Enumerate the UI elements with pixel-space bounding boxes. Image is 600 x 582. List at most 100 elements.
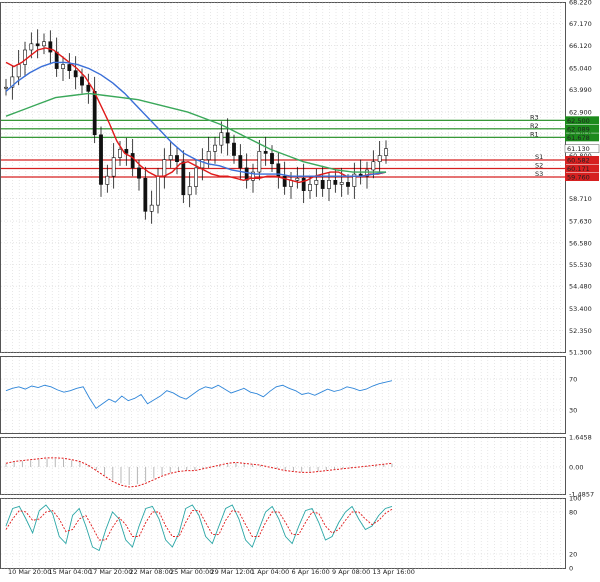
- x-tick-label: 6 Apr 16:00: [292, 568, 330, 576]
- candle-body: [54, 51, 59, 69]
- candle-body: [377, 155, 382, 162]
- candle-body: [111, 157, 116, 177]
- candle-body: [270, 153, 274, 165]
- level-tag-value: 62.089: [567, 125, 590, 133]
- x-tick-label: 1 Apr 04:00: [251, 568, 289, 576]
- y-tick-label: 0: [569, 565, 573, 573]
- candle-body: [314, 180, 319, 185]
- candle-body: [99, 134, 103, 185]
- candle-body: [92, 91, 97, 136]
- candle-body: [73, 70, 78, 78]
- candle-body: [42, 41, 46, 47]
- level-tag-value: 60.582: [567, 156, 590, 164]
- candle-body: [149, 204, 154, 212]
- x-tick-label: 15 Mar 04:00: [49, 568, 92, 576]
- y-tick-label: 66.120: [569, 42, 592, 50]
- level-label-r2: R2: [530, 122, 539, 130]
- y-tick-label: 1.6458: [569, 434, 592, 442]
- candle-body: [181, 161, 186, 196]
- candle-body: [130, 153, 135, 169]
- y-tick-label: 56.580: [569, 239, 592, 247]
- x-tick-label: 10 Mar 20:00: [8, 568, 51, 576]
- candle-body: [333, 180, 338, 185]
- candle-body: [219, 132, 224, 146]
- x-tick-label: 25 Mar 00:00: [170, 568, 213, 576]
- level-tag-value: 62.500: [567, 117, 590, 125]
- y-tick-label: 100: [569, 495, 581, 503]
- y-tick-label: 0.00: [569, 463, 583, 471]
- level-tag-value: 61.678: [567, 134, 590, 142]
- candle-body: [168, 155, 173, 160]
- x-tick-label: 22 Mar 08:00: [130, 568, 173, 576]
- y-tick-label: 67.170: [569, 20, 592, 28]
- candle-body: [301, 177, 306, 191]
- candle-body: [213, 144, 217, 152]
- y-tick-label: 62.900: [569, 109, 592, 117]
- candle-body: [48, 41, 53, 53]
- candle-body: [308, 184, 312, 191]
- candle-body: [187, 186, 192, 196]
- y-tick-label: 51.300: [569, 349, 592, 357]
- level-tag-value: 59.760: [567, 174, 590, 182]
- chart-root: 10 Mar 20:00 15 Mar 04:00 17 Mar 20:00 22 M…: [0, 0, 600, 578]
- candle-body: [232, 142, 236, 156]
- candle-body: [80, 76, 84, 86]
- panel-frame-1: [0, 356, 566, 434]
- candle-body: [371, 161, 376, 171]
- candle-body: [194, 167, 198, 187]
- candle-body: [23, 49, 27, 65]
- candle-body: [327, 180, 331, 189]
- candle-body: [118, 148, 122, 158]
- x-tick-label: 9 Apr 08:00: [332, 568, 370, 576]
- current-price-value: 61.130: [567, 145, 590, 153]
- candle-body: [86, 84, 91, 92]
- candle-body: [162, 159, 167, 177]
- candle-body: [137, 167, 141, 179]
- level-label-s3: S3: [535, 170, 543, 178]
- y-tick-label: 65.040: [569, 64, 592, 72]
- level-label-r1: R1: [530, 130, 539, 138]
- x-tick-label: 29 Mar 12:00: [211, 568, 254, 576]
- candle-body: [143, 177, 148, 212]
- candle-body: [263, 151, 268, 154]
- x-tick-label: 17 Mar 20:00: [89, 568, 132, 576]
- candle-body: [238, 155, 243, 169]
- candle-body: [156, 175, 160, 206]
- y-tick-label: 68.220: [569, 0, 592, 7]
- level-label-r3: R3: [530, 113, 539, 121]
- candle-body: [124, 148, 129, 154]
- y-tick-label: 57.630: [569, 218, 592, 226]
- candle-body: [384, 148, 388, 156]
- candle-body: [346, 182, 350, 187]
- candle-body: [16, 64, 21, 78]
- y-tick-label: 58.710: [569, 195, 592, 203]
- candle-body: [225, 132, 230, 144]
- candle-body: [244, 167, 249, 181]
- y-tick-label: 30: [569, 406, 577, 414]
- y-tick-label: 20: [569, 551, 577, 559]
- y-tick-label: 70: [569, 376, 577, 384]
- candle-body: [257, 151, 262, 173]
- candle-body: [35, 43, 40, 47]
- candle-body: [105, 175, 110, 185]
- y-tick-label: 63.990: [569, 86, 592, 94]
- candle-body: [29, 43, 34, 51]
- y-tick-label: 55.530: [569, 261, 592, 269]
- y-tick-label: 52.350: [569, 327, 592, 335]
- candle-body: [320, 180, 325, 189]
- candle-body: [206, 151, 211, 160]
- level-label-s1: S1: [535, 153, 543, 161]
- candle-body: [295, 177, 300, 181]
- level-label-s2: S2: [535, 161, 543, 169]
- y-tick-label: 54.480: [569, 283, 592, 291]
- chart-svg: 10 Mar 20:0015 Mar 04:0017 Mar 20:0022 M…: [0, 0, 600, 576]
- y-tick-label: 53.400: [569, 305, 592, 313]
- candle-body: [339, 182, 344, 185]
- level-tag-value: 60.171: [567, 165, 590, 173]
- x-tick-label: 13 Apr 16:00: [373, 568, 415, 576]
- y-tick-label: 80: [569, 509, 577, 517]
- candle-body: [175, 155, 179, 162]
- candle-body: [67, 64, 72, 71]
- candle-body: [4, 86, 8, 89]
- candle-body: [61, 64, 65, 69]
